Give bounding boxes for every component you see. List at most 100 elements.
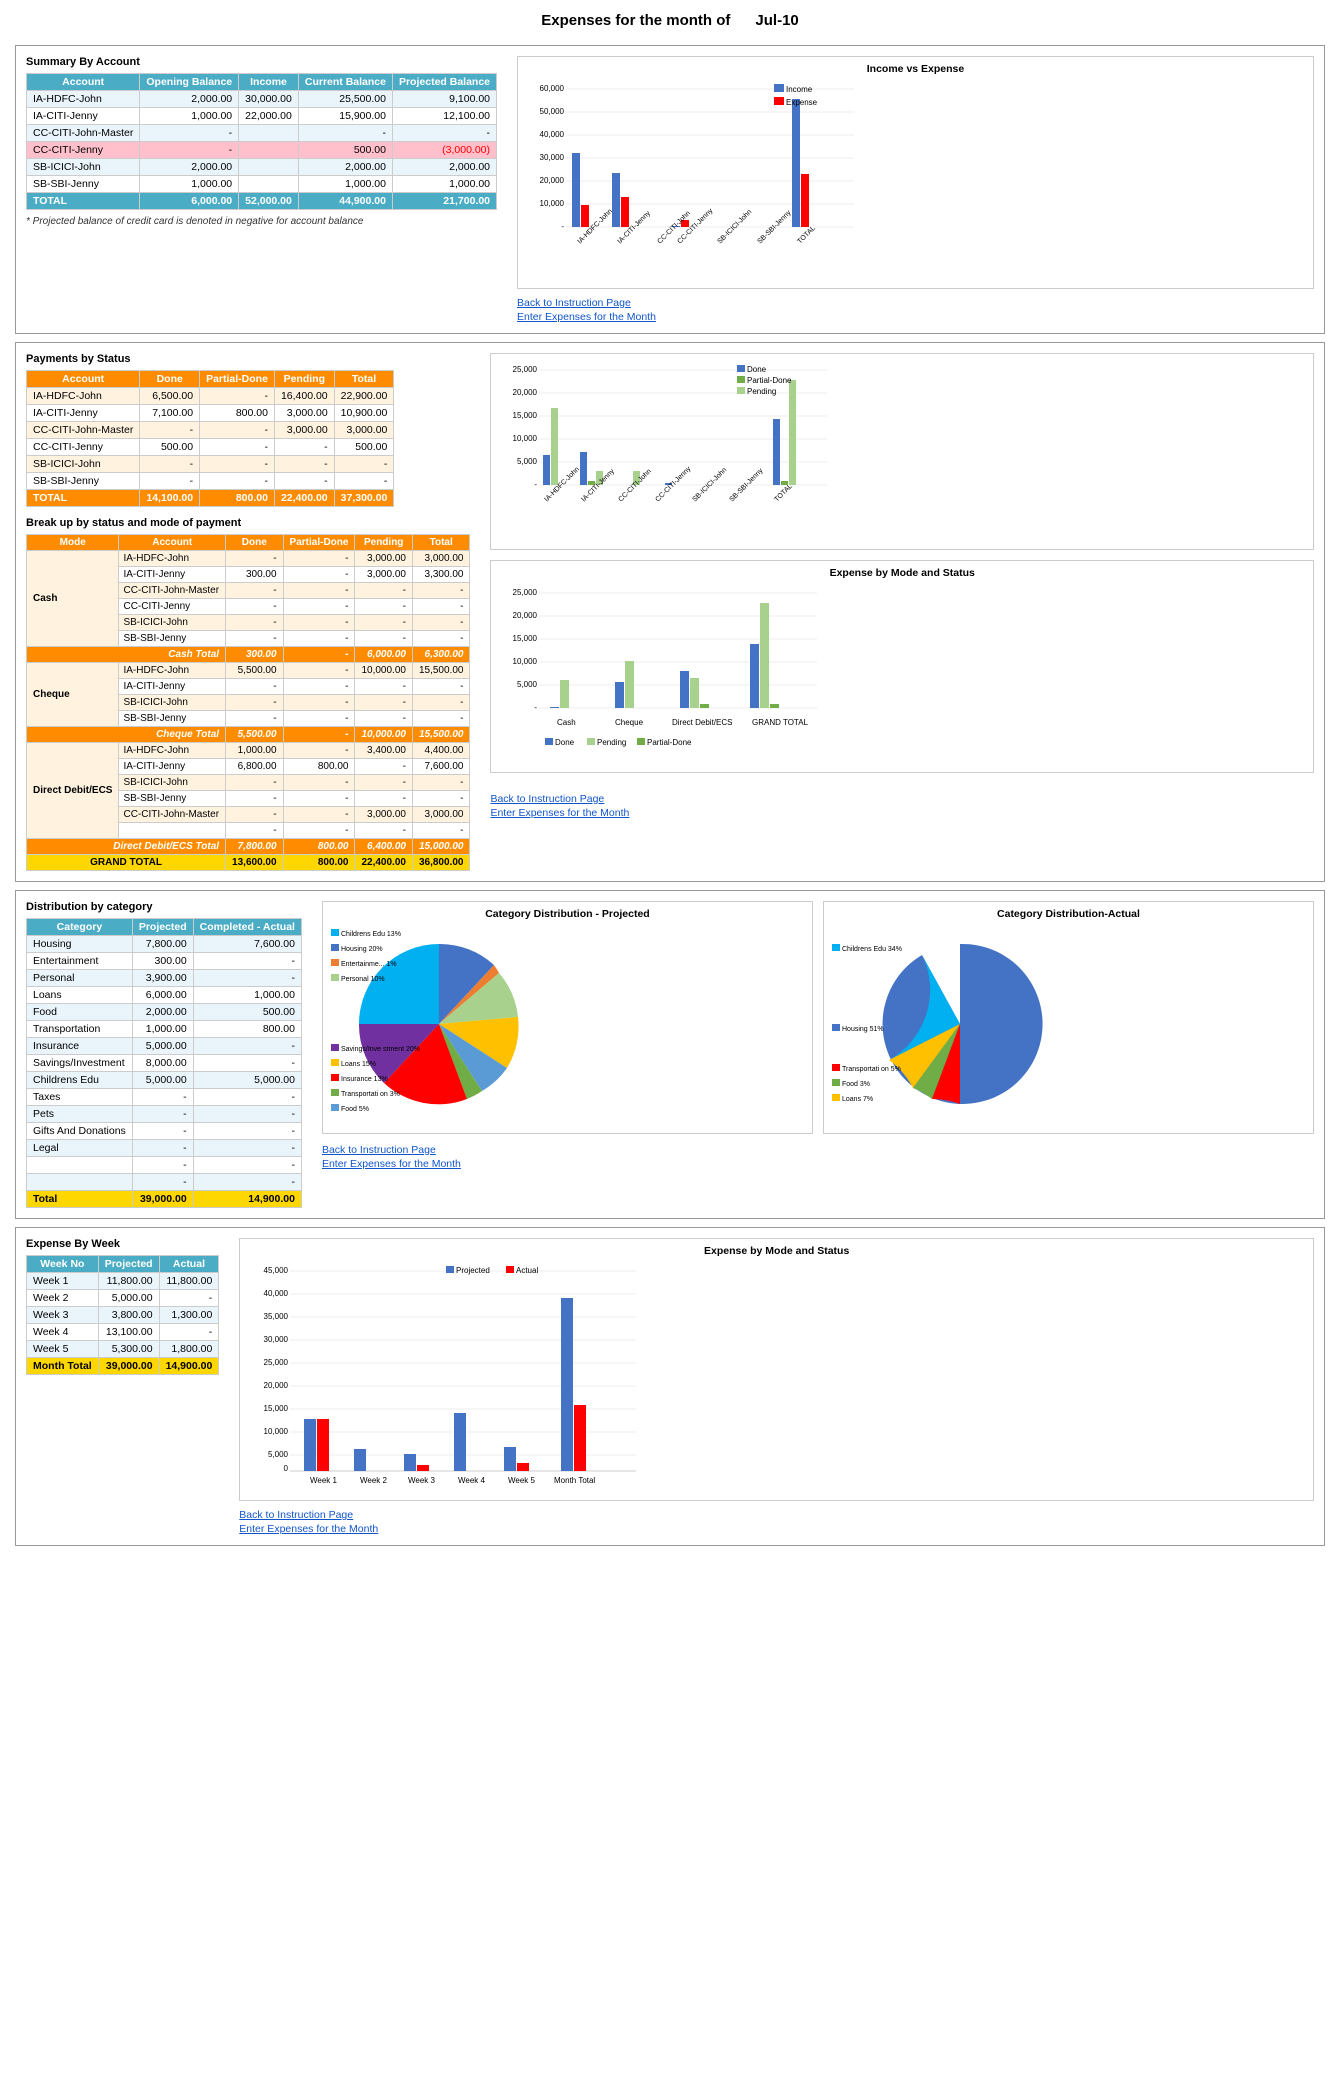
table-row: IA-HDFC-John 2,000.00 30,000.00 25,500.0… (27, 91, 497, 108)
svg-text:Income: Income (786, 85, 813, 94)
p-col-account: Account (27, 371, 140, 388)
table-row: - - (27, 1174, 302, 1191)
table-row: Week 4 13,100.00 - (27, 1324, 219, 1341)
svg-text:TOTAL: TOTAL (796, 225, 817, 246)
table-row: SB-SBI-Jenny - - - - (27, 473, 394, 490)
table-row: CC-CITI-John-Master - - - (27, 125, 497, 142)
svg-text:Transportati on 3%: Transportati on 3% (341, 1091, 400, 1098)
enter-link-1[interactable]: Enter Expenses for the Month (517, 311, 1314, 323)
svg-text:50,000: 50,000 (540, 107, 565, 116)
table-row: Cash IA-HDFC-John - - 3,000.00 3,000.00 (27, 551, 470, 567)
enter-link-3[interactable]: Enter Expenses for the Month (322, 1158, 1314, 1170)
col-opening: Opening Balance (140, 74, 239, 91)
svg-text:25,000: 25,000 (513, 365, 538, 374)
table-row: IA-HDFC-John 6,500.00 - 16,400.00 22,900… (27, 388, 394, 405)
payments-chart: 25,000 20,000 15,000 10,000 5,000 - (490, 353, 1314, 550)
svg-text:10,000: 10,000 (513, 657, 538, 666)
svg-text:20,000: 20,000 (540, 176, 565, 185)
table-row: Savings/Investment 8,000.00 - (27, 1055, 302, 1072)
svg-text:40,000: 40,000 (264, 1289, 289, 1298)
svg-text:10,000: 10,000 (513, 434, 538, 443)
back-link-3[interactable]: Back to Instruction Page (322, 1144, 1314, 1156)
svg-text:Expense: Expense (786, 98, 818, 107)
svg-text:5,000: 5,000 (517, 680, 538, 689)
section2-right: 25,000 20,000 15,000 10,000 5,000 - (490, 353, 1314, 871)
table-row: Pets - - (27, 1106, 302, 1123)
subtotal-row: Cheque Total 5,500.00 - 10,000.00 15,500… (27, 727, 470, 743)
svg-text:CC-CITI-Jenny: CC-CITI-Jenny (655, 465, 693, 503)
dist-total-row: Total 39,000.00 14,900.00 (27, 1191, 302, 1208)
svg-text:20,000: 20,000 (513, 388, 538, 397)
section4-title: Expense By Week (26, 1238, 219, 1250)
section2b-block: Break up by status and mode of payment M… (26, 517, 470, 871)
mode-svg: 25,000 20,000 15,000 10,000 5,000 - (497, 583, 837, 763)
svg-text:-: - (561, 222, 564, 231)
table-row: IA-CITI-Jenny 1,000.00 22,000.00 15,900.… (27, 108, 497, 125)
back-link-4[interactable]: Back to Instruction Page (239, 1509, 1314, 1521)
svg-text:Insurance 13%: Insurance 13% (341, 1076, 388, 1083)
svg-text:20,000: 20,000 (513, 611, 538, 620)
back-link-1[interactable]: Back to Instruction Page (517, 297, 1314, 309)
svg-text:-: - (535, 480, 538, 489)
col-current: Current Balance (298, 74, 392, 91)
svg-text:15,000: 15,000 (513, 634, 538, 643)
table-row: Legal - - (27, 1140, 302, 1157)
p-col-done: Done (140, 371, 200, 388)
svg-text:Housing 51%: Housing 51% (842, 1026, 884, 1033)
svg-text:-: - (535, 703, 538, 712)
col-projected: Projected Balance (392, 74, 496, 91)
table-row: SB-ICICI-John - - - - (27, 456, 394, 473)
svg-text:Food 5%: Food 5% (341, 1106, 369, 1113)
breakup-table: Mode Account Done Partial-Done Pending T… (26, 534, 470, 871)
svg-text:Actual: Actual (516, 1266, 538, 1275)
svg-text:Loans 7%: Loans 7% (842, 1096, 873, 1103)
svg-text:Done: Done (747, 365, 767, 374)
svg-text:Direct Debit/ECS: Direct Debit/ECS (672, 718, 732, 727)
svg-text:Loans 15%: Loans 15% (341, 1061, 376, 1068)
section1-panel: Summary By Account Account Opening Balan… (15, 45, 1325, 334)
svg-text:30,000: 30,000 (540, 153, 565, 162)
table-row: Food 2,000.00 500.00 (27, 1004, 302, 1021)
subtotal-row: Cash Total 300.00 - 6,000.00 6,300.00 (27, 647, 470, 663)
payments-svg: 25,000 20,000 15,000 10,000 5,000 - (497, 360, 837, 540)
enter-link-2[interactable]: Enter Expenses for the Month (490, 807, 1314, 819)
svg-text:35,000: 35,000 (264, 1312, 289, 1321)
section3-left: Distribution by category Category Projec… (26, 901, 302, 1208)
week-table: Week No Projected Actual Week 1 11,800.0… (26, 1255, 219, 1375)
svg-text:Done: Done (555, 738, 575, 747)
enter-link-4[interactable]: Enter Expenses for the Month (239, 1523, 1314, 1535)
section2b-title: Break up by status and mode of payment (26, 517, 470, 529)
p-col-total: Total (334, 371, 394, 388)
svg-text:TOTAL: TOTAL (774, 483, 795, 504)
summary-footnote: * Projected balance of credit card is de… (26, 216, 497, 227)
table-row: SB-ICICI-John 2,000.00 2,000.00 2,000.00 (27, 159, 497, 176)
svg-text:Partial-Done: Partial-Done (747, 376, 792, 385)
svg-text:Childrens Edu 13%: Childrens Edu 13% (341, 931, 401, 938)
table-row: CC-CITI-Jenny 500.00 - - 500.00 (27, 439, 394, 456)
svg-text:Housing 20%: Housing 20% (341, 946, 383, 953)
table-row: Gifts And Donations - - (27, 1123, 302, 1140)
svg-text:Food 3%: Food 3% (842, 1081, 870, 1088)
back-link-2[interactable]: Back to Instruction Page (490, 793, 1314, 805)
svg-text:Cheque: Cheque (615, 718, 644, 727)
table-row: Taxes - - (27, 1089, 302, 1106)
svg-text:15,000: 15,000 (264, 1404, 289, 1413)
mode-chart: Expense by Mode and Status 25,000 20,000… (490, 560, 1314, 773)
col-income: Income (239, 74, 299, 91)
week-chart: Expense by Mode and Status 45,000 40,000… (239, 1238, 1314, 1501)
svg-text:0: 0 (284, 1464, 289, 1473)
table-row: Direct Debit/ECS IA-HDFC-John 1,000.00 -… (27, 743, 470, 759)
svg-text:Childrens Edu 34%: Childrens Edu 34% (842, 946, 902, 953)
section2-title: Payments by Status (26, 353, 470, 365)
svg-text:Savings/Inve stment 20%: Savings/Inve stment 20% (341, 1046, 420, 1053)
table-row: Transportation 1,000.00 800.00 (27, 1021, 302, 1038)
svg-text:Week 4: Week 4 (458, 1476, 486, 1485)
section2-panel: Payments by Status Account Done Partial-… (15, 342, 1325, 882)
mode-chart-title: Expense by Mode and Status (497, 567, 1307, 579)
svg-text:5,000: 5,000 (268, 1450, 289, 1459)
payments-table: Account Done Partial-Done Pending Total … (26, 370, 394, 507)
section3-panel: Distribution by category Category Projec… (15, 890, 1325, 1219)
section3-links: Back to Instruction Page Enter Expenses … (322, 1142, 1314, 1170)
svg-text:25,000: 25,000 (513, 588, 538, 597)
svg-text:45,000: 45,000 (264, 1266, 289, 1275)
